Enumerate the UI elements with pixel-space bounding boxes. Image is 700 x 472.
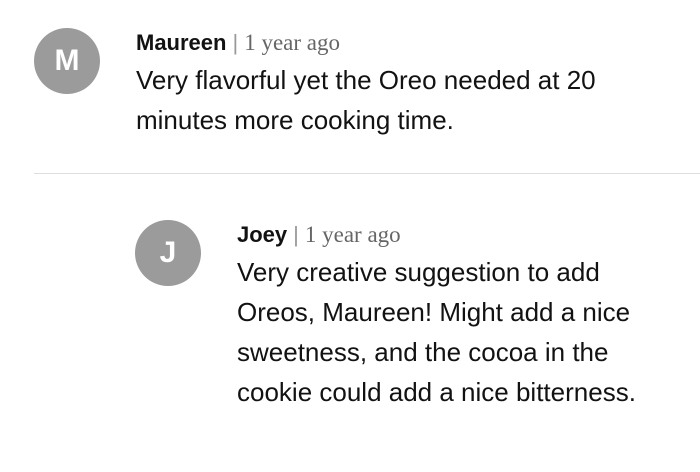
comment-author[interactable]: Joey	[237, 222, 287, 247]
comment-timestamp: 1 year ago	[304, 222, 401, 247]
meta-separator: |	[232, 30, 239, 55]
reply-joey: J Joey | 1 year ago Very creative suggesti…	[135, 220, 675, 412]
comment-text: Very flavorful yet the Oreo needed at 20…	[136, 65, 596, 135]
comment-maureen: M Maureen | 1 year ago Very flavorful yet …	[34, 28, 684, 140]
comment-meta: Maureen | 1 year ago	[136, 28, 676, 58]
comment-author[interactable]: Maureen	[136, 30, 226, 55]
avatar[interactable]: J	[135, 220, 201, 286]
avatar-letter: J	[159, 236, 177, 269]
comment-text: Very creative suggestion to add Oreos, M…	[237, 257, 636, 407]
comment-body: Maureen | 1 year ago Very flavorful yet th…	[136, 28, 676, 140]
meta-separator: |	[293, 222, 299, 247]
divider	[34, 173, 700, 174]
comment-body: Joey | 1 year ago Very creative suggestion…	[237, 220, 657, 412]
avatar[interactable]: M	[34, 28, 100, 94]
comment-meta: Joey | 1 year ago	[237, 220, 657, 250]
avatar-letter: M	[54, 44, 80, 77]
comment-timestamp: 1 year ago	[244, 30, 340, 55]
